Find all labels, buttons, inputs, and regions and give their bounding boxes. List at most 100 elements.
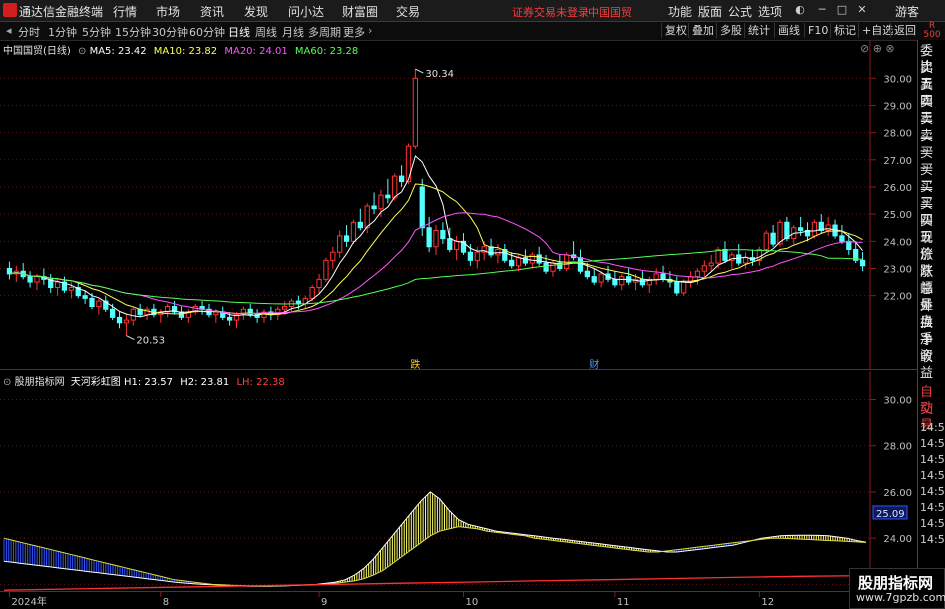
period-more[interactable]: 更多 (343, 24, 365, 40)
legend-ma5: MA5: 23.42 (89, 46, 147, 57)
user-guest[interactable]: 游客 (895, 3, 919, 20)
candle (839, 225, 845, 245)
menu-discover[interactable]: 发现 (244, 3, 268, 20)
main-y-tick: 27.00 (0, 156, 912, 167)
overlay-button[interactable]: 叠加 (688, 23, 717, 38)
f10-button[interactable]: F10 (804, 23, 831, 38)
current-value-label: 25.09 (876, 509, 905, 520)
main-y-tick: 30.00 (0, 74, 912, 85)
menu-ask-xiaoda[interactable]: 问小达 (288, 3, 324, 20)
toolbar-collapse-icon[interactable]: ◂ (6, 24, 12, 37)
candle (687, 271, 694, 288)
candlestick-chart[interactable]: 30.00 29.00 28.00 27.00 26.00 25.00 24.00 23.00… (0, 40, 917, 370)
statistics-button[interactable]: 统计 (744, 23, 773, 38)
legend-h1: H1: 23.57 (123, 377, 174, 388)
menu-news[interactable]: 资讯 (200, 3, 224, 20)
period-multi[interactable]: 多周期 (308, 24, 341, 40)
menu-market-quotes[interactable]: 行情 (113, 3, 137, 20)
period-1min[interactable]: 1分钟 (48, 24, 77, 40)
indicator-y-tick: 24.00 (0, 534, 912, 545)
multi-stock-button[interactable]: 多股 (716, 23, 745, 38)
period-30min[interactable]: 30分钟 (152, 24, 188, 40)
candle (6, 261, 13, 280)
high-price-label: 30.34 (425, 69, 454, 80)
main-y-tick: 22.00 (0, 292, 912, 303)
watermark-title: 股朋指标网 (858, 574, 934, 592)
candle (832, 219, 838, 239)
main-chart-title: 中国国贸(日线) (3, 46, 71, 57)
maximize-icon[interactable]: □ (836, 4, 848, 16)
indicator-y-tick-label: 26.00 (883, 488, 912, 499)
chart-toggle-icons[interactable]: ⊘ ⊕ ⊗ (860, 42, 895, 55)
candle (619, 273, 625, 291)
period-toolbar: ◂ 分时 1分钟 5分钟 15分钟 30分钟 60分钟 日线 周线 月线 多周期… (0, 22, 945, 41)
chart-settings-icon[interactable]: ⊙ (78, 46, 86, 57)
tick-time: 14:56 (920, 517, 945, 530)
tick-time: 14:56 (920, 421, 945, 434)
candle (605, 265, 611, 283)
period-daily[interactable]: 日线 (228, 24, 250, 40)
candle (151, 303, 157, 318)
mark-button[interactable]: 标记 (830, 23, 859, 38)
candle (144, 306, 150, 321)
candle (777, 219, 783, 247)
x-tick-label: 10 (466, 597, 479, 608)
main-chart-legend: 中国国贸(日线) ⊙ MA5: 23.42 MA10: 23.82 MA20: … (3, 42, 358, 57)
skin-icon[interactable]: ◐ (794, 4, 806, 16)
period-15min[interactable]: 15分钟 (115, 24, 151, 40)
period-weekly[interactable]: 周线 (255, 24, 277, 40)
tick-time: 14:56 (920, 469, 945, 482)
candle (674, 276, 680, 296)
tick-time: 14:56 (920, 437, 945, 450)
menu-wealth-circle[interactable]: 财富圈 (342, 3, 378, 20)
x-tick-label: 12 (761, 597, 774, 608)
trade-login-warning[interactable]: 证券交易未登录 (512, 4, 589, 20)
low-price-label: 20.53 (136, 336, 165, 347)
candle (818, 214, 824, 234)
side-top-badge[interactable]: R 500 (921, 22, 943, 40)
main-y-tick-label: 29.00 (883, 101, 912, 112)
candle (454, 235, 460, 261)
menu-formula[interactable]: 公式 (728, 3, 752, 20)
draw-line-button[interactable]: 画线 (774, 23, 803, 38)
candle (653, 268, 659, 285)
candle (103, 295, 109, 312)
close-icon[interactable]: ✕ (856, 4, 868, 16)
menu-market[interactable]: 市场 (156, 3, 180, 20)
tick-time: 14:56 (920, 453, 945, 466)
period-60min[interactable]: 60分钟 (189, 24, 225, 40)
indicator-settings-icon[interactable]: ⊙ (3, 377, 11, 388)
indicator-legend: ⊙ 股朋指标网 天河彩虹图 H1: 23.57 H2: 23.81 LH: 22… (3, 373, 285, 388)
main-y-tick-label: 26.00 (883, 183, 912, 194)
back-button[interactable]: 返回 (890, 23, 919, 38)
main-y-tick-label: 25.00 (883, 210, 912, 221)
candle (316, 273, 322, 293)
period-monthly[interactable]: 月线 (282, 24, 304, 40)
candle (385, 178, 391, 204)
period-intraday[interactable]: 分时 (18, 24, 40, 40)
menu-functions[interactable]: 功能 (668, 3, 692, 20)
menu-layout[interactable]: 版面 (698, 3, 722, 20)
event-marker[interactable]: 财 (589, 358, 599, 370)
minimize-icon[interactable]: ─ (816, 4, 828, 16)
main-y-tick: 29.00 (0, 101, 912, 112)
candle (729, 252, 735, 269)
event-marker[interactable]: 跌 (410, 358, 420, 370)
more-chevron-icon[interactable]: › (368, 24, 372, 37)
candle (522, 249, 529, 266)
x-tick: 11 (614, 591, 630, 608)
candle (330, 246, 336, 269)
tick-time: 14:56 (920, 501, 945, 514)
period-5min[interactable]: 5分钟 (82, 24, 111, 40)
adjust-button[interactable]: 复权 (661, 23, 690, 38)
menu-trade[interactable]: 交易 (396, 3, 420, 20)
candle (426, 216, 432, 253)
menu-options[interactable]: 选项 (758, 3, 782, 20)
candle (701, 260, 707, 277)
indicator-y-tick: 30.00 (0, 395, 912, 406)
indicator-chart[interactable]: 30.0028.0026.0024.0022.0025.09 (0, 371, 917, 591)
candle (343, 225, 350, 247)
legend-lh: LH: 22.38 (236, 377, 285, 388)
candle (27, 271, 33, 288)
legend-ma60: MA60: 23.28 (294, 46, 359, 57)
